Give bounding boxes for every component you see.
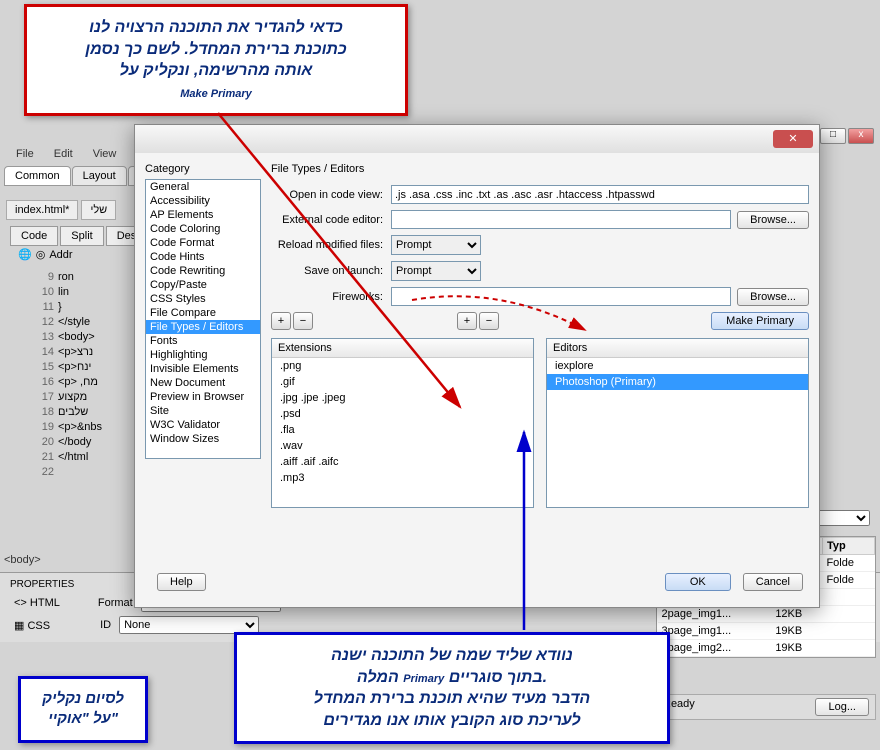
document-tabs: index.html* שלי: [6, 204, 116, 216]
category-item[interactable]: Code Hints: [146, 250, 260, 264]
menu-view[interactable]: View: [85, 146, 125, 164]
category-item[interactable]: General: [146, 180, 260, 194]
split-view-button[interactable]: Split: [60, 226, 103, 246]
ok-button[interactable]: OK: [665, 573, 731, 591]
category-item[interactable]: New Document: [146, 376, 260, 390]
save-launch-select[interactable]: Prompt: [391, 261, 481, 281]
editor-remove-button[interactable]: −: [479, 312, 499, 330]
category-item[interactable]: Highlighting: [146, 348, 260, 362]
code-gutter: 910111213141516171819202122: [30, 270, 54, 480]
doc-tab-other[interactable]: שלי: [81, 200, 116, 220]
category-item[interactable]: CSS Styles: [146, 292, 260, 306]
log-button[interactable]: Log...: [815, 698, 869, 716]
save-launch-label: Save on launch:: [271, 265, 391, 277]
view-toolbar: Code Split Des: [10, 226, 147, 246]
nav-icon: ◎: [36, 248, 46, 261]
category-item[interactable]: Code Rewriting: [146, 264, 260, 278]
category-item[interactable]: AP Elements: [146, 208, 260, 222]
doc-tab-index[interactable]: index.html*: [6, 200, 78, 220]
browse-external-button[interactable]: Browse...: [737, 211, 809, 229]
format-label: Format: [98, 597, 133, 609]
editors-header: Editors: [547, 339, 808, 358]
editors-listbox[interactable]: Editors iexplorePhotoshop (Primary): [546, 338, 809, 508]
category-item[interactable]: File Types / Editors: [146, 320, 260, 334]
preferences-dialog: ✕ Category GeneralAccessibilityAP Elemen…: [134, 124, 820, 608]
tag-selector[interactable]: <body>: [4, 554, 41, 566]
help-button[interactable]: Help: [157, 573, 206, 591]
code-body[interactable]: ron lin }</style<body><p>נרצ<p>ינח<p> ,מ…: [58, 270, 102, 465]
make-primary-button[interactable]: Make Primary: [711, 312, 809, 330]
category-item[interactable]: Preview in Browser: [146, 390, 260, 404]
reload-label: Reload modified files:: [271, 239, 391, 251]
category-item[interactable]: Copy/Paste: [146, 278, 260, 292]
category-item[interactable]: Accessibility: [146, 194, 260, 208]
css-mode[interactable]: ▦ CSS: [14, 619, 50, 632]
callout-red: כדאי להגדיר את התוכנה הרצויה לנוכתוכנת ב…: [24, 4, 408, 116]
menubar: File Edit View: [8, 146, 124, 164]
extension-item[interactable]: .gif: [272, 374, 533, 390]
html-mode[interactable]: <> HTML: [14, 597, 60, 609]
callout-small: לסיום נקליקעל "אוקיי": [18, 676, 148, 743]
address-bar: 🌐 ◎ Addr: [18, 248, 73, 261]
extension-item[interactable]: .mp3: [272, 470, 533, 486]
type-header[interactable]: Typ: [822, 538, 874, 555]
editor-item[interactable]: iexplore: [547, 358, 808, 374]
editor-item[interactable]: Photoshop (Primary): [547, 374, 808, 390]
extension-item[interactable]: .jpg .jpe .jpeg: [272, 390, 533, 406]
file-row[interactable]: 3page_img1...19KB: [658, 623, 875, 640]
browse-fireworks-button[interactable]: Browse...: [737, 288, 809, 306]
category-item[interactable]: Site: [146, 404, 260, 418]
callout-blue: נוודא שליד שמה של התוכנה ישנההמלה Primar…: [234, 632, 670, 744]
editor-add-button[interactable]: +: [457, 312, 477, 330]
reload-select[interactable]: Prompt: [391, 235, 481, 255]
close-button[interactable]: x: [848, 128, 874, 144]
extension-item[interactable]: .psd: [272, 406, 533, 422]
menu-file[interactable]: File: [8, 146, 42, 164]
extensions-header: Extensions: [272, 339, 533, 358]
dialog-titlebar[interactable]: ✕: [135, 125, 819, 153]
status-bar: Ready Log...: [656, 694, 876, 720]
ext-add-button[interactable]: +: [271, 312, 291, 330]
open-in-code-label: Open in code view:: [271, 189, 391, 201]
category-item[interactable]: Window Sizes: [146, 432, 260, 446]
address-label: Addr: [49, 249, 72, 261]
extension-item[interactable]: .aiff .aif .aifc: [272, 454, 533, 470]
category-label: Category: [145, 163, 261, 175]
category-item[interactable]: Code Coloring: [146, 222, 260, 236]
id-label: ID: [100, 619, 111, 631]
tab-layout[interactable]: Layout: [72, 166, 127, 186]
category-item[interactable]: Code Format: [146, 236, 260, 250]
fireworks-label: Fireworks:: [271, 291, 391, 303]
external-editor-input[interactable]: [391, 210, 731, 229]
section-title: File Types / Editors: [271, 163, 809, 175]
extension-item[interactable]: .fla: [272, 422, 533, 438]
file-row[interactable]: 2page_img1...12KB: [658, 606, 875, 623]
ext-remove-button[interactable]: −: [293, 312, 313, 330]
extensions-listbox[interactable]: Extensions .png.gif.jpg .jpe .jpeg.psd.f…: [271, 338, 534, 508]
category-list[interactable]: GeneralAccessibilityAP ElementsCode Colo…: [145, 179, 261, 459]
dialog-close-icon[interactable]: ✕: [773, 130, 813, 148]
category-item[interactable]: Invisible Elements: [146, 362, 260, 376]
tab-common[interactable]: Common: [4, 166, 71, 186]
category-item[interactable]: File Compare: [146, 306, 260, 320]
extension-item[interactable]: .wav: [272, 438, 533, 454]
cancel-button[interactable]: Cancel: [743, 573, 803, 591]
category-item[interactable]: W3C Validator: [146, 418, 260, 432]
code-view-button[interactable]: Code: [10, 226, 58, 246]
menu-edit[interactable]: Edit: [46, 146, 81, 164]
category-item[interactable]: Fonts: [146, 334, 260, 348]
max-button[interactable]: □: [820, 128, 846, 144]
globe-icon: 🌐: [18, 248, 32, 261]
extension-item[interactable]: .png: [272, 358, 533, 374]
file-row[interactable]: 3page_img2...19KB: [658, 640, 875, 657]
fireworks-input[interactable]: [391, 287, 731, 306]
open-in-code-input[interactable]: [391, 185, 809, 204]
external-editor-label: External code editor:: [271, 214, 391, 226]
